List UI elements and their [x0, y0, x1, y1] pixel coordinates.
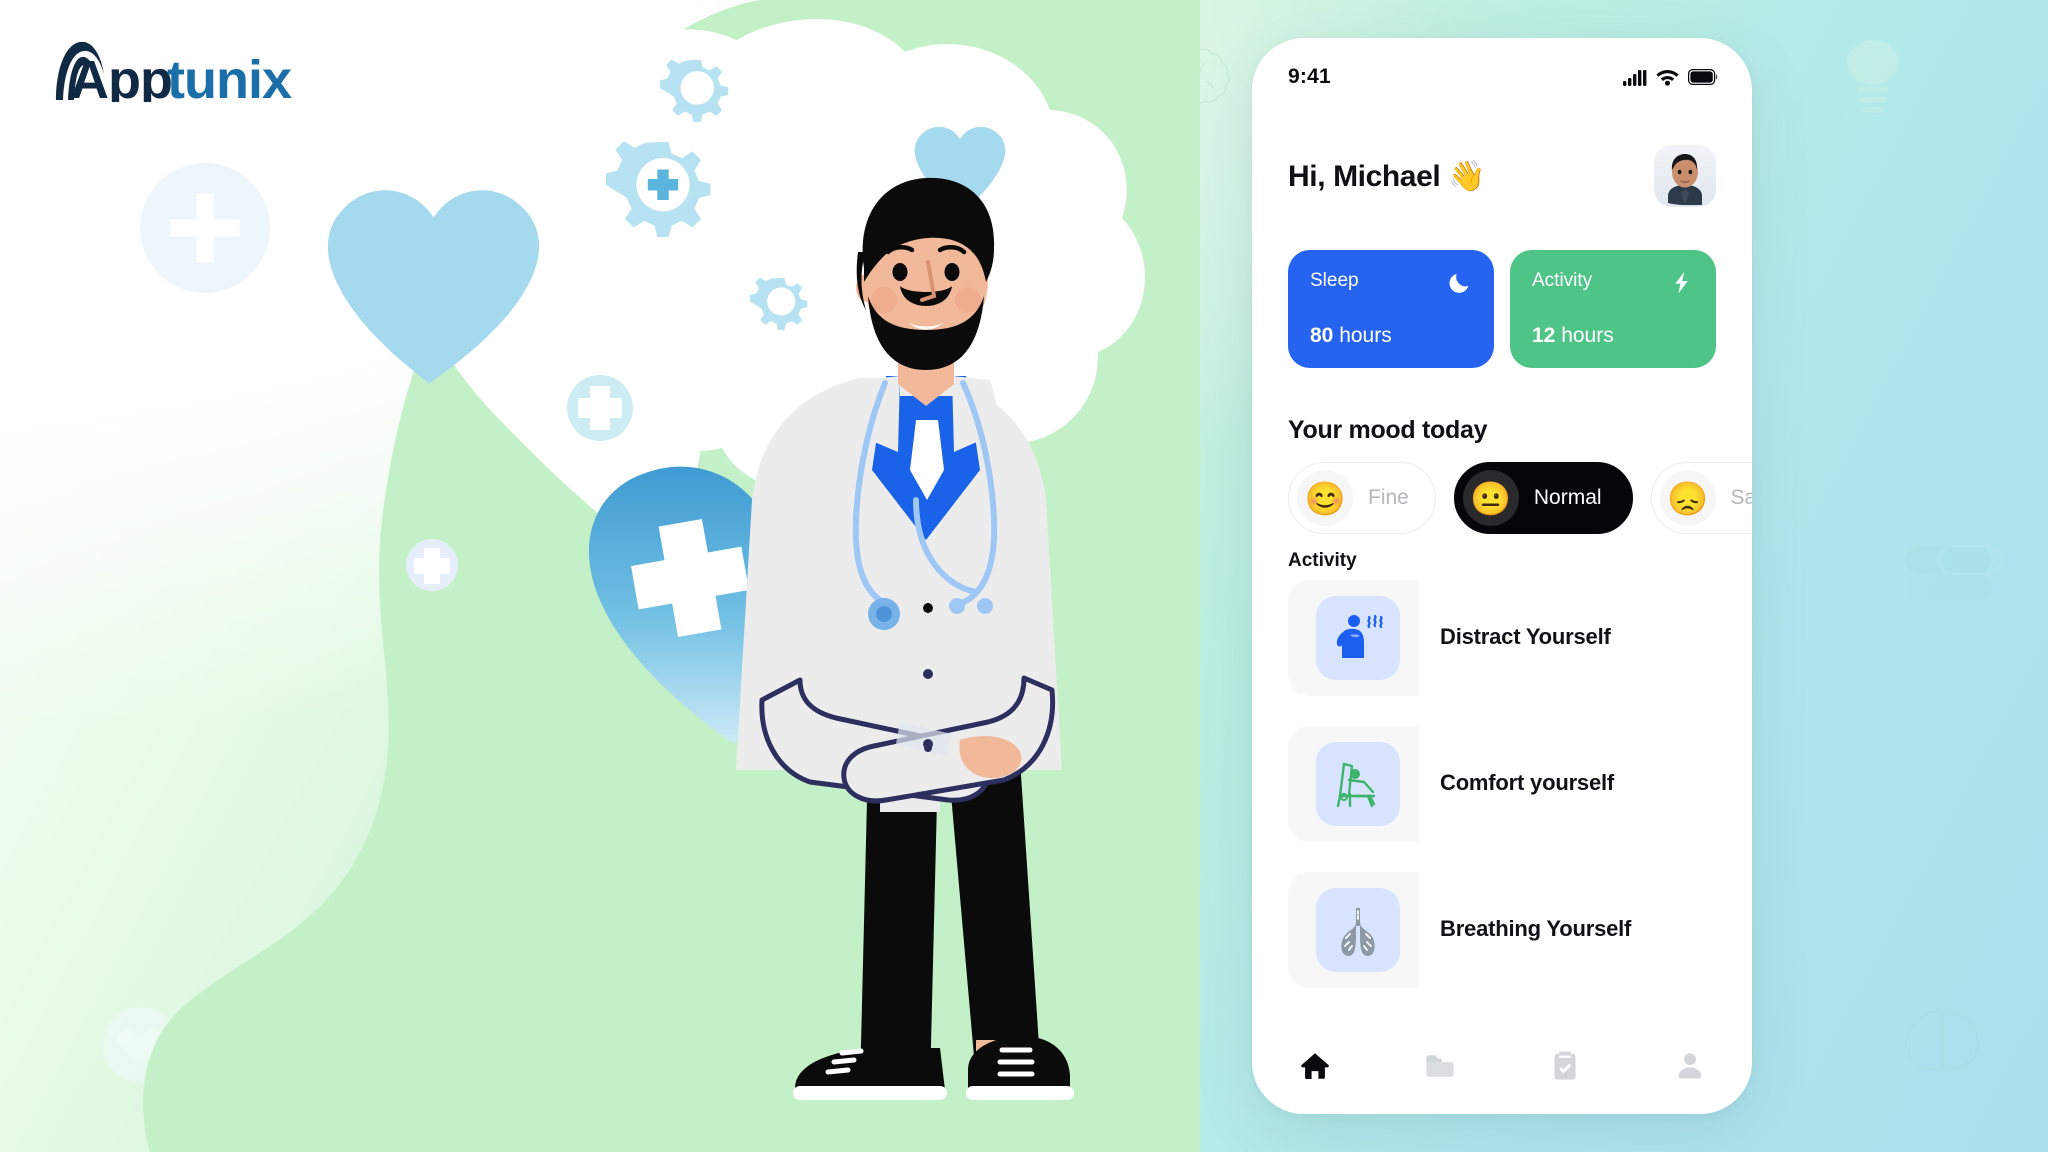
apptunix-logo[interactable]: App tunix — [48, 38, 318, 102]
mood-chip-normal[interactable]: 😐 Normal — [1453, 462, 1633, 534]
list-item[interactable]: Distract Yourself — [1288, 572, 1744, 726]
mood-section-title: Your mood today — [1288, 416, 1488, 444]
mood-chip-sad[interactable]: 😞 Sad — [1650, 462, 1752, 534]
activity-list: Distract Yourself Comfort yourself Breat… — [1288, 572, 1744, 1018]
battery-icon — [1688, 69, 1718, 85]
moon-icon — [1449, 273, 1469, 293]
bottom-navigation[interactable] — [1252, 1018, 1752, 1114]
header-row: Hi, Michael 👋 — [1288, 143, 1716, 209]
home-icon — [1300, 1053, 1329, 1080]
folder-icon — [1425, 1055, 1454, 1077]
phone-mockup: 9:41 Hi, Michael 👋 Sleep 80 hours Activi… — [1252, 38, 1752, 1114]
mood-chip-label: Fine — [1368, 486, 1409, 509]
pill-icon — [1905, 544, 2004, 603]
stat-card-activity[interactable]: Activity 12 hours — [1510, 250, 1716, 368]
activity-icon-tile — [1316, 596, 1400, 680]
neutral-face-icon: 😐 — [1462, 470, 1519, 526]
status-icons — [1623, 69, 1718, 86]
person-stress-icon — [1336, 614, 1383, 658]
activity-label: Breathing Yourself — [1440, 916, 1632, 941]
stat-unit: hours — [1339, 324, 1392, 347]
mood-chip-fine[interactable]: 😊 Fine — [1288, 462, 1436, 534]
brain-icon — [1904, 1011, 1980, 1071]
lightbulb-icon — [1847, 40, 1899, 113]
plus-icon — [567, 375, 633, 441]
person-icon — [1678, 1053, 1701, 1079]
status-bar: 9:41 — [1252, 38, 1752, 100]
page-title: Hi, Michael 👋 — [1288, 159, 1486, 193]
stat-unit: hours — [1561, 324, 1614, 347]
logo-text-tunix: tunix — [167, 50, 292, 102]
cellular-signal-icon — [1623, 69, 1647, 86]
stat-number: 12 — [1532, 324, 1556, 347]
lungs-icon — [1341, 908, 1375, 956]
list-item[interactable]: Breathing Yourself — [1288, 864, 1744, 1018]
nav-item-tasks[interactable] — [1502, 1049, 1627, 1083]
stat-value: 80 hours — [1310, 324, 1472, 348]
stat-card-sleep[interactable]: Sleep 80 hours — [1288, 250, 1494, 368]
status-time: 9:41 — [1288, 65, 1331, 88]
stat-value: 12 hours — [1532, 324, 1694, 348]
clipboard-check-icon — [1554, 1051, 1575, 1080]
mood-chip-label: Normal — [1533, 486, 1602, 509]
mood-chip-label: Sad — [1730, 486, 1752, 509]
sad-face-icon: 😞 — [1659, 470, 1716, 526]
doctor-illustration — [143, 0, 1200, 1152]
mood-options-row[interactable]: 😊 Fine 😐 Normal 😞 Sad — [1288, 462, 1752, 534]
activity-label: Distract Yourself — [1440, 624, 1611, 649]
nav-item-folder[interactable] — [1377, 1049, 1502, 1083]
nav-item-home[interactable] — [1252, 1049, 1377, 1083]
stat-number: 80 — [1310, 324, 1334, 347]
person-relax-icon — [1336, 762, 1376, 808]
stat-label: Sleep — [1310, 270, 1359, 291]
list-item[interactable]: Comfort yourself — [1288, 718, 1744, 872]
lightning-icon — [1675, 271, 1688, 294]
activity-label: Comfort yourself — [1440, 770, 1615, 795]
activity-icon-tile — [1316, 742, 1400, 826]
avatar[interactable] — [1654, 145, 1716, 207]
activity-icon-tile — [1316, 888, 1400, 972]
wifi-icon — [1656, 69, 1679, 86]
nav-item-profile[interactable] — [1627, 1049, 1752, 1083]
smiling-face-icon: 😊 — [1297, 470, 1353, 526]
plus-icon — [406, 539, 458, 591]
stat-label: Activity — [1532, 270, 1593, 291]
stats-row: Sleep 80 hours Activity 12 hours — [1288, 250, 1716, 368]
activity-section-title: Activity — [1288, 550, 1357, 571]
logo-text-app: App — [70, 50, 172, 102]
